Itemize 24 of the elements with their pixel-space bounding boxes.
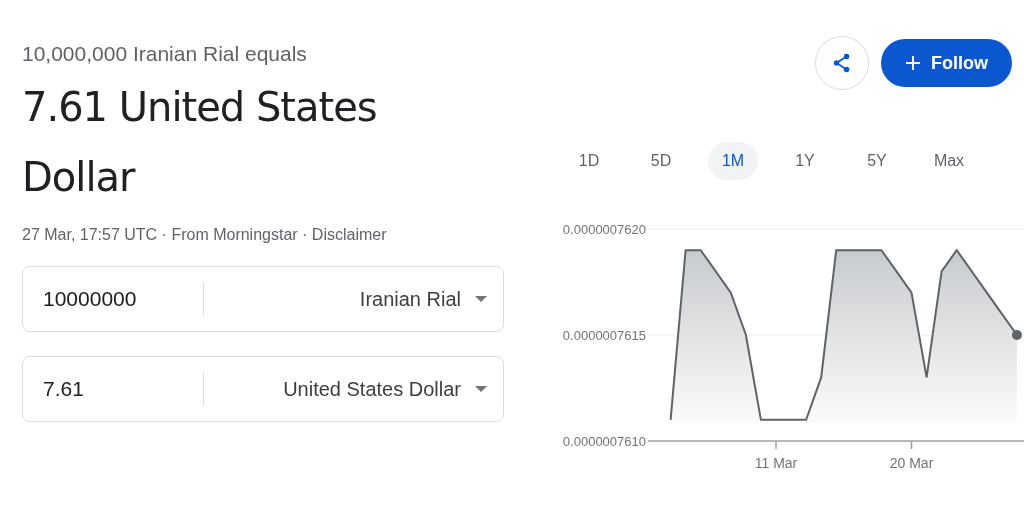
current-point xyxy=(1011,330,1022,340)
follow-button[interactable]: Follow xyxy=(881,39,1012,87)
conversion-result: 7.61 United States Dollar xyxy=(22,83,378,202)
range-tab[interactable]: 5D xyxy=(636,142,686,180)
range-tab[interactable]: 1M xyxy=(708,142,758,180)
range-tab[interactable]: Max xyxy=(924,142,974,180)
range-tab[interactable]: 1D xyxy=(564,142,614,180)
x-axis-label: 20 Mar xyxy=(889,455,934,471)
y-axis-label: 0.0000007615 xyxy=(562,328,646,343)
source-line: 27 Mar, 17:57 UTC · From Morningstar · Disclaimer xyxy=(22,226,388,244)
conversion-subtitle: 10,000,000 Iranian Rial equals xyxy=(22,42,308,66)
share-button[interactable] xyxy=(815,36,869,90)
amount-field[interactable]: 10000000 xyxy=(23,287,193,311)
currency-dropdown[interactable]: United States Dollar xyxy=(204,377,503,401)
x-axis-label: 11 Mar xyxy=(754,455,798,471)
y-axis-label: 0.0000007620 xyxy=(562,222,646,237)
caret-icon xyxy=(475,296,487,302)
plus-icon xyxy=(905,55,921,71)
y-axis-label: 0.0000007610 xyxy=(562,434,646,449)
range-tab[interactable]: 1Y xyxy=(780,142,830,180)
currency-dropdown[interactable]: Iranian Rial xyxy=(204,287,503,311)
range-tab[interactable]: 5Y xyxy=(852,142,902,180)
amount-field[interactable]: 7.61 xyxy=(23,377,193,401)
caret-icon xyxy=(475,386,487,392)
